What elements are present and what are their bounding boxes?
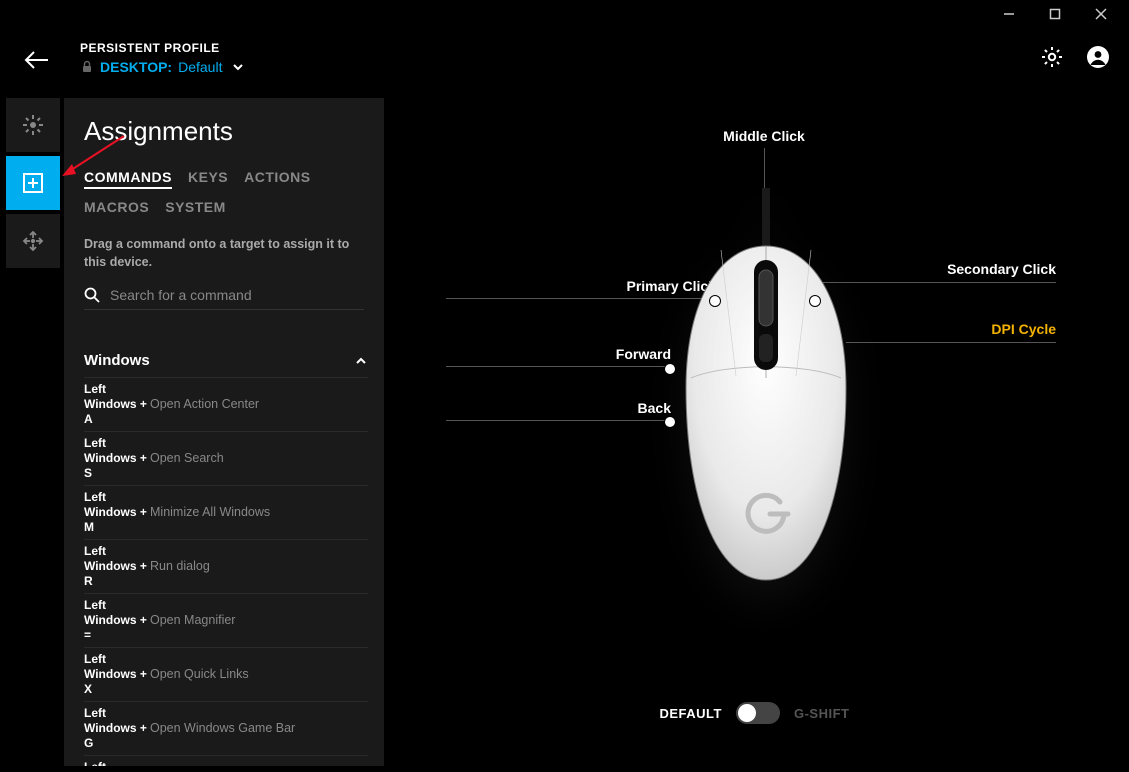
profile-label: PERSISTENT PROFILE bbox=[80, 41, 244, 55]
callout-label: Back bbox=[446, 400, 671, 416]
chevron-up-icon bbox=[354, 354, 368, 368]
tab-keys[interactable]: KEYS bbox=[188, 169, 228, 189]
tab-macros[interactable]: MACROS bbox=[84, 199, 149, 215]
settings-button[interactable] bbox=[1039, 44, 1065, 70]
group-windows[interactable]: Windows bbox=[84, 346, 368, 377]
gshift-default-label: DEFAULT bbox=[660, 706, 722, 721]
callout-label: Forward bbox=[446, 346, 671, 362]
target-dot[interactable] bbox=[665, 417, 675, 427]
callout-forward[interactable]: Forward bbox=[446, 346, 671, 367]
profile-desktop-label: DESKTOP: bbox=[100, 59, 172, 75]
plus-icon bbox=[22, 172, 44, 194]
group-name: Windows bbox=[84, 352, 150, 369]
command-name: Run dialog bbox=[150, 559, 210, 575]
tab-actions[interactable]: ACTIONS bbox=[244, 169, 311, 189]
panel-title: Assignments bbox=[84, 116, 364, 147]
minimize-button[interactable] bbox=[995, 0, 1023, 28]
callout-label: Secondary Click bbox=[947, 261, 1056, 277]
maximize-button[interactable] bbox=[1041, 0, 1069, 28]
arrow-left-icon bbox=[22, 48, 50, 72]
tab-system[interactable]: SYSTEM bbox=[165, 199, 226, 215]
panel-tabs: COMMANDS KEYS ACTIONS MACROS SYSTEM bbox=[84, 169, 364, 215]
rail-lighting[interactable] bbox=[6, 98, 60, 152]
target-dot[interactable] bbox=[665, 364, 675, 374]
gshift-label: G-SHIFT bbox=[794, 706, 850, 721]
callout-line bbox=[446, 420, 671, 421]
gear-icon bbox=[1040, 45, 1064, 69]
rail-assignments[interactable] bbox=[6, 156, 60, 210]
target-dot[interactable] bbox=[810, 296, 820, 306]
window-controls bbox=[995, 0, 1129, 28]
gshift-toggle[interactable] bbox=[736, 702, 780, 724]
close-button[interactable] bbox=[1087, 0, 1115, 28]
chevron-down-icon bbox=[232, 61, 244, 73]
search-icon bbox=[84, 287, 100, 303]
command-shortcut: Left Windows + bbox=[84, 760, 150, 766]
search-bar bbox=[84, 287, 364, 310]
command-row[interactable]: Left Windows + G Open Windows Game Bar bbox=[84, 701, 368, 755]
profile-selector[interactable]: DESKTOP: Default bbox=[80, 59, 244, 75]
panel-hint: Drag a command onto a target to assign i… bbox=[84, 235, 364, 271]
gshift-bar: DEFAULT G-SHIFT bbox=[386, 702, 1123, 724]
main-area: Middle Click Primary Click Forward Back … bbox=[386, 98, 1123, 766]
command-row[interactable]: Left Windows + Hide/Show bbox=[84, 755, 368, 766]
command-row[interactable]: Left Windows + M Minimize All Windows bbox=[84, 485, 368, 539]
left-rail bbox=[6, 98, 60, 272]
callout-label: Middle Click bbox=[723, 128, 805, 144]
command-name: Open Quick Links bbox=[150, 667, 249, 683]
callout-line bbox=[446, 366, 671, 367]
account-button[interactable] bbox=[1085, 44, 1111, 70]
search-input[interactable] bbox=[110, 287, 364, 303]
command-shortcut: Left Windows + X bbox=[84, 652, 150, 697]
target-dot[interactable] bbox=[710, 296, 720, 306]
mouse-image bbox=[666, 188, 866, 588]
command-shortcut: Left Windows + S bbox=[84, 436, 150, 481]
command-shortcut: Left Windows + R bbox=[84, 544, 150, 589]
callout-line bbox=[846, 342, 1056, 343]
user-icon bbox=[1086, 45, 1110, 69]
command-name: Open Action Center bbox=[150, 397, 259, 413]
command-row[interactable]: Left Windows + S Open Search bbox=[84, 431, 368, 485]
header-actions bbox=[1039, 44, 1111, 70]
command-shortcut: Left Windows + A bbox=[84, 382, 150, 427]
command-row[interactable]: Left Windows + = Open Magnifier bbox=[84, 593, 368, 647]
command-name: Minimize All Windows bbox=[150, 505, 270, 521]
back-button[interactable] bbox=[22, 48, 50, 77]
command-shortcut: Left Windows + G bbox=[84, 706, 150, 751]
command-name: Open Windows Game Bar bbox=[150, 721, 295, 737]
callout-back[interactable]: Back bbox=[446, 400, 671, 421]
rail-sensitivity[interactable] bbox=[6, 214, 60, 268]
command-shortcut: Left Windows + = bbox=[84, 598, 150, 643]
command-list[interactable]: Windows Left Windows + A Open Action Cen… bbox=[84, 346, 378, 766]
lock-icon bbox=[80, 60, 94, 74]
command-row[interactable]: Left Windows + X Open Quick Links bbox=[84, 647, 368, 701]
header: PERSISTENT PROFILE DESKTOP: Default bbox=[80, 34, 1109, 82]
assignments-panel: Assignments COMMANDS KEYS ACTIONS MACROS… bbox=[64, 98, 384, 766]
command-name: Open Search bbox=[150, 451, 224, 467]
command-row[interactable]: Left Windows + R Run dialog bbox=[84, 539, 368, 593]
tab-commands[interactable]: COMMANDS bbox=[84, 169, 172, 189]
brightness-icon bbox=[21, 113, 45, 137]
move-icon bbox=[21, 229, 45, 253]
mouse-diagram: Middle Click Primary Click Forward Back … bbox=[386, 128, 1123, 676]
command-row[interactable]: Left Windows + A Open Action Center bbox=[84, 377, 368, 431]
command-name: Open Magnifier bbox=[150, 613, 235, 629]
profile-name: Default bbox=[178, 59, 222, 75]
command-shortcut: Left Windows + M bbox=[84, 490, 150, 535]
callout-label: DPI Cycle bbox=[991, 321, 1056, 337]
